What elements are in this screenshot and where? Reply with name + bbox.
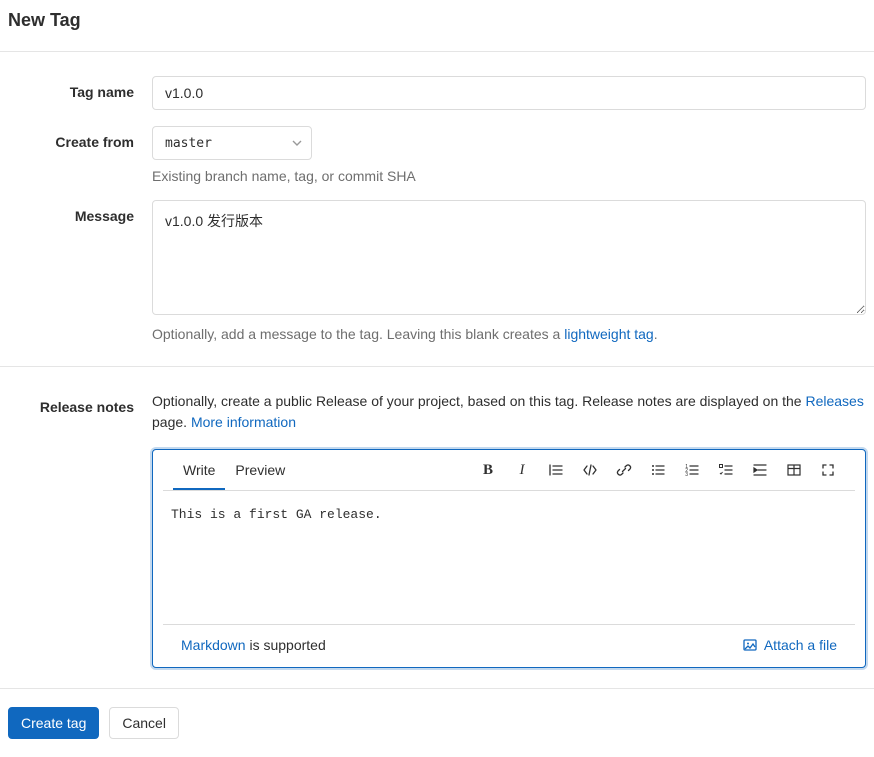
attach-file-link[interactable]: Attach a file xyxy=(742,637,837,653)
page-title: New Tag xyxy=(8,10,866,31)
release-notes-editor: Write Preview B I xyxy=(152,449,866,668)
desc-prefix: Optionally, create a public Release of y… xyxy=(152,393,805,409)
label-tag-name: Tag name xyxy=(8,76,152,100)
label-release-notes: Release notes xyxy=(8,391,152,415)
actions-bar: Create tag Cancel xyxy=(0,688,874,751)
markdown-supported: Markdown is supported xyxy=(181,637,326,653)
message-textarea[interactable] xyxy=(152,200,866,315)
message-hint-prefix: Optionally, add a message to the tag. Le… xyxy=(152,326,564,342)
editor-toolbar: B I xyxy=(471,453,845,487)
row-release-notes: Release notes Optionally, create a publi… xyxy=(8,375,866,668)
message-hint-suffix: . xyxy=(654,326,658,342)
link-button[interactable] xyxy=(607,453,641,487)
create-from-select[interactable]: master xyxy=(152,126,312,160)
releases-link[interactable]: Releases xyxy=(805,393,863,409)
row-message: Message Optionally, add a message to the… xyxy=(8,184,866,342)
code-button[interactable] xyxy=(573,453,607,487)
editor-tabs: Write Preview B I xyxy=(163,450,855,491)
row-tag-name: Tag name xyxy=(8,60,866,110)
tab-preview[interactable]: Preview xyxy=(225,450,295,490)
bullet-list-button[interactable] xyxy=(641,453,675,487)
label-create-from: Create from xyxy=(8,126,152,150)
desc-mid: page. xyxy=(152,414,191,430)
bold-button[interactable]: B xyxy=(471,453,505,487)
release-notes-desc: Optionally, create a public Release of y… xyxy=(152,391,866,433)
create-from-hint: Existing branch name, tag, or commit SHA xyxy=(152,168,866,184)
svg-text:3: 3 xyxy=(685,472,688,478)
create-tag-button[interactable]: Create tag xyxy=(8,707,99,739)
italic-button[interactable]: I xyxy=(505,453,539,487)
markdown-link[interactable]: Markdown xyxy=(181,637,246,653)
lightweight-tag-link[interactable]: lightweight tag xyxy=(564,326,654,342)
cancel-button[interactable]: Cancel xyxy=(109,707,179,739)
attach-file-label: Attach a file xyxy=(764,637,837,653)
markdown-rest: is supported xyxy=(246,637,326,653)
page-header: New Tag xyxy=(0,0,874,52)
numbered-list-button[interactable]: 123 xyxy=(675,453,709,487)
table-button[interactable] xyxy=(777,453,811,487)
indent-button[interactable] xyxy=(743,453,777,487)
more-info-link[interactable]: More information xyxy=(191,414,296,430)
quote-button[interactable] xyxy=(539,453,573,487)
tag-name-input[interactable] xyxy=(152,76,866,110)
image-icon xyxy=(742,637,758,653)
row-create-from: Create from master Existing branch name,… xyxy=(8,110,866,184)
label-message: Message xyxy=(8,200,152,224)
task-list-button[interactable] xyxy=(709,453,743,487)
release-notes-textarea[interactable] xyxy=(171,505,847,613)
fullscreen-button[interactable] xyxy=(811,453,845,487)
editor-footer: Markdown is supported Attach a file xyxy=(163,624,855,667)
message-hint: Optionally, add a message to the tag. Le… xyxy=(152,326,866,342)
tab-write[interactable]: Write xyxy=(173,450,225,490)
